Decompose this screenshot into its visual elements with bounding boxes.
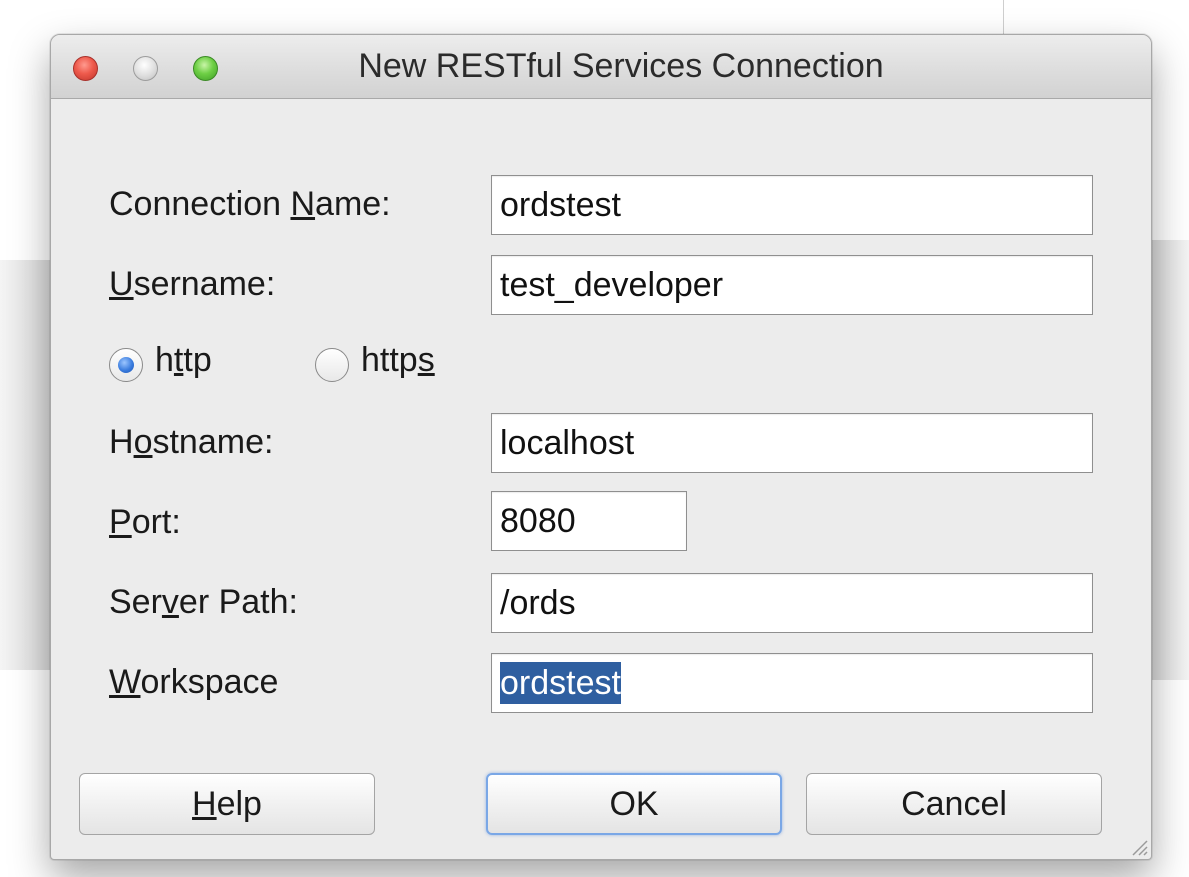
port-label: Port: (109, 503, 181, 541)
dialog-title: New RESTful Services Connection (358, 47, 884, 85)
background-window-edge-right (1151, 240, 1189, 680)
workspace-input[interactable]: ordstest (491, 653, 1093, 713)
title-bar[interactable]: New RESTful Services Connection (51, 35, 1151, 99)
workspace-label: Workspace (109, 663, 279, 701)
new-restful-connection-dialog: New RESTful Services Connection Connecti… (50, 34, 1152, 860)
username-label: Username: (109, 265, 276, 303)
hostname-input[interactable]: localhost (491, 413, 1093, 473)
server-path-input[interactable]: /ords (491, 573, 1093, 633)
https-radio[interactable] (315, 348, 349, 382)
resize-grip-icon[interactable] (1127, 835, 1149, 857)
username-input[interactable]: test_developer (491, 255, 1093, 315)
http-radio[interactable] (109, 348, 143, 382)
http-radio-label[interactable]: http (155, 341, 212, 380)
background-window-edge-left (0, 260, 50, 670)
cancel-button[interactable]: Cancel (806, 773, 1102, 835)
connection-name-input[interactable]: ordstest (491, 175, 1093, 235)
port-input[interactable]: 8080 (491, 491, 687, 551)
connection-name-label: Connection Name: (109, 185, 391, 223)
workspace-selected-text: ordstest (500, 662, 621, 704)
ok-button[interactable]: OK (486, 773, 782, 835)
server-path-label: Server Path: (109, 583, 298, 621)
help-button[interactable]: Help (79, 773, 375, 835)
https-radio-label[interactable]: https (361, 341, 435, 380)
hostname-label: Hostname: (109, 423, 274, 461)
